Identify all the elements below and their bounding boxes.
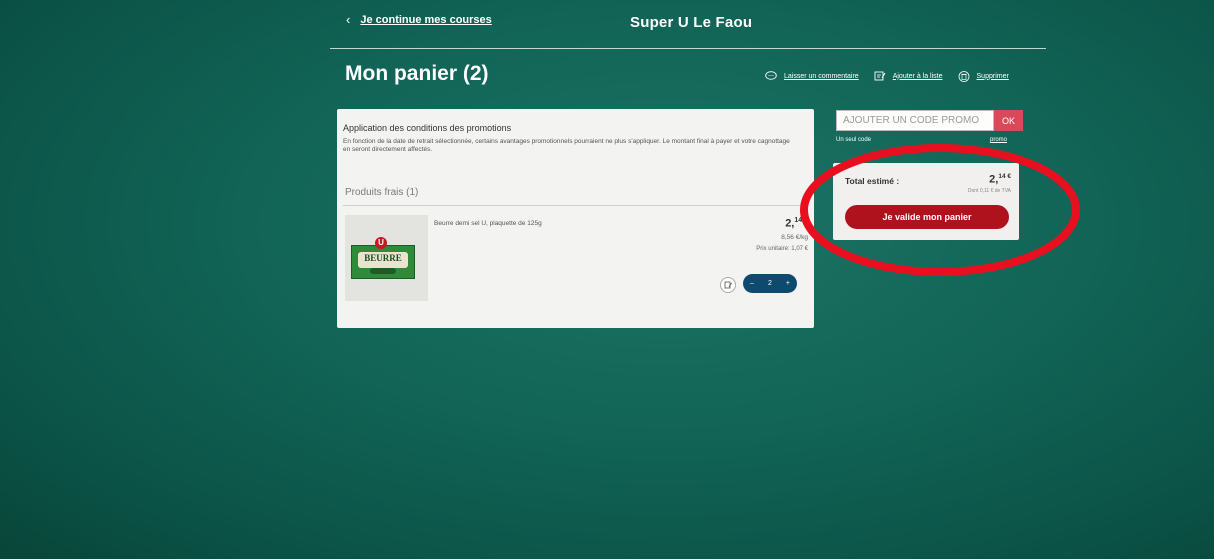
note-icon xyxy=(724,281,732,289)
cart-panel: Application des conditions des promotion… xyxy=(337,109,814,328)
back-link-label: Je continue mes courses xyxy=(360,13,492,26)
list-add-icon xyxy=(873,70,887,82)
back-link[interactable]: ‹ Je continue mes courses xyxy=(346,12,492,27)
store-name: Super U Le Faou xyxy=(630,14,753,31)
comment-icon xyxy=(764,70,778,82)
section-label: Produits frais (1) xyxy=(345,187,419,198)
product-name[interactable]: Beurre demi sel U, plaquette de 125g xyxy=(434,220,542,227)
add-to-list-label: Ajouter à la liste xyxy=(892,72,943,80)
quantity-value: 2 xyxy=(767,280,772,287)
chevron-left-icon: ‹ xyxy=(346,12,351,27)
promotions-notice-title: Application des conditions des promotion… xyxy=(343,123,512,133)
delete-action[interactable]: Supprimer xyxy=(957,70,1009,82)
promotions-notice-text: En fonction de la date de retrait sélect… xyxy=(343,138,790,153)
promo-code-input[interactable] xyxy=(836,110,994,131)
butter-pack: BEURRE xyxy=(351,245,415,279)
comment-action[interactable]: Laisser un commentaire xyxy=(764,70,859,82)
product-price-int: 2, xyxy=(785,217,795,230)
add-to-list-action[interactable]: Ajouter à la liste xyxy=(873,70,943,82)
butter-sublabel xyxy=(370,268,396,274)
top-bar: ‹ Je continue mes courses Super U Le Fao… xyxy=(330,0,1046,49)
product-image[interactable]: BEURRE U xyxy=(345,215,428,301)
product-note-button[interactable] xyxy=(720,277,736,293)
increment-button[interactable]: + xyxy=(786,280,790,287)
cart-actions: Laisser un commentaire Ajouter à la list… xyxy=(764,70,1009,82)
promo-ok-button[interactable]: OK xyxy=(994,110,1023,131)
delete-action-label: Supprimer xyxy=(976,72,1009,80)
decrement-button[interactable]: – xyxy=(750,280,754,287)
u-logo: U xyxy=(375,237,387,249)
comment-action-label: Laisser un commentaire xyxy=(784,72,859,80)
section-divider xyxy=(343,205,808,206)
quantity-stepper[interactable]: – 2 + xyxy=(743,274,797,293)
butter-label: BEURRE xyxy=(358,252,408,268)
annotation-ellipse xyxy=(800,144,1080,276)
trash-icon xyxy=(957,70,971,82)
page-title: Mon panier (2) xyxy=(345,62,489,85)
